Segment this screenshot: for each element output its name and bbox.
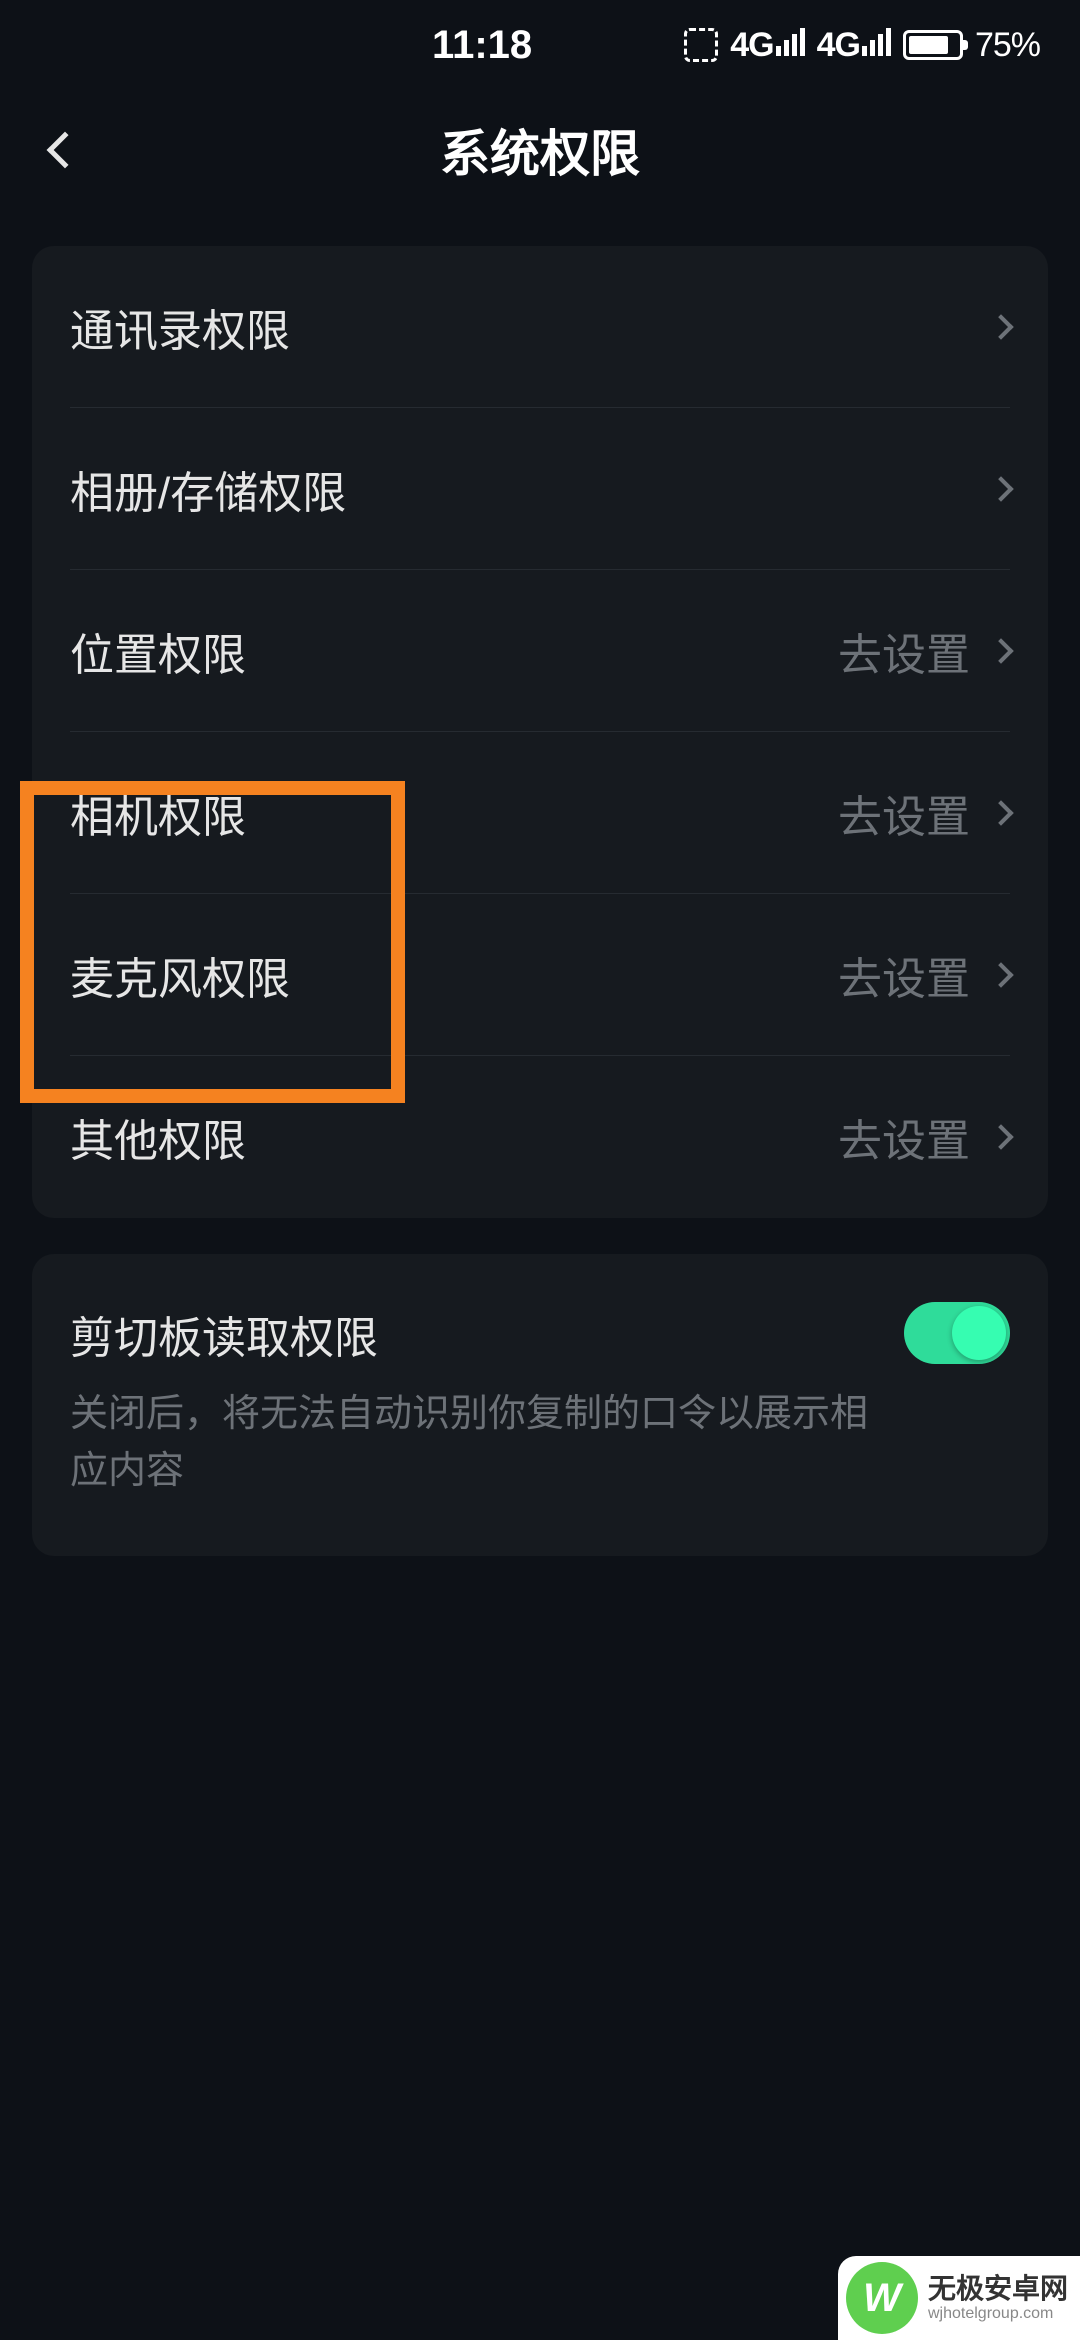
watermark-logo-icon: W [846,2262,918,2334]
permission-action: 去设置 [838,781,970,845]
chevron-right-icon [988,638,1013,663]
signal-2: 4G [817,28,891,62]
permission-action: 去设置 [838,1105,970,1169]
permission-row-contacts[interactable]: 通讯录权限 [32,246,1048,408]
chevron-right-icon [988,476,1013,501]
back-button[interactable] [30,120,90,180]
permissions-card: 通讯录权限 相册/存储权限 位置权限 去设置 相机权限 去设置 [32,246,1048,1218]
permission-label: 麦克风权限 [70,943,290,1007]
permission-row-microphone[interactable]: 麦克风权限 去设置 [32,894,1048,1056]
clipboard-card: 剪切板读取权限 关闭后，将无法自动识别你复制的口令以展示相应内容 [32,1254,1048,1556]
permission-label: 位置权限 [70,619,246,683]
battery-percentage: 75% [975,26,1040,65]
chevron-right-icon [988,800,1013,825]
permission-action: 去设置 [838,943,970,1007]
vibrate-icon [684,28,718,62]
watermark-subtitle: wjhotelgroup.com [928,2305,1068,2323]
permission-label: 相册/存储权限 [70,457,346,521]
permission-label: 通讯录权限 [70,295,290,359]
page-title: 系统权限 [440,114,640,186]
clipboard-description: 关闭后，将无法自动识别你复制的口令以展示相应内容 [70,1386,884,1500]
chevron-right-icon [988,962,1013,987]
status-indicators: 4G 4G 75% [684,26,1040,65]
permission-row-other[interactable]: 其他权限 去设置 [32,1056,1048,1218]
signal-bars-icon [862,28,891,56]
toggle-knob [952,1306,1006,1360]
permission-row-camera[interactable]: 相机权限 去设置 [32,732,1048,894]
chevron-left-icon [47,132,84,169]
clipboard-toggle[interactable] [904,1302,1010,1364]
permission-label: 相机权限 [70,781,246,845]
signal-1: 4G [730,28,804,62]
clipboard-row: 剪切板读取权限 关闭后，将无法自动识别你复制的口令以展示相应内容 [32,1254,1048,1556]
status-bar: 11:18 4G 4G 75% [0,0,1080,90]
permission-action: 去设置 [838,619,970,683]
clipboard-title: 剪切板读取权限 [70,1302,884,1366]
permission-row-location[interactable]: 位置权限 去设置 [32,570,1048,732]
battery-icon [903,30,963,60]
chevron-right-icon [988,314,1013,339]
permission-row-storage[interactable]: 相册/存储权限 [32,408,1048,570]
header: 系统权限 [0,90,1080,210]
signal-bars-icon [776,28,805,56]
chevron-right-icon [988,1124,1013,1149]
watermark: W 无极安卓网 wjhotelgroup.com [838,2256,1080,2340]
watermark-title: 无极安卓网 [928,2274,1068,2305]
status-time: 11:18 [40,23,684,68]
permission-label: 其他权限 [70,1105,246,1169]
